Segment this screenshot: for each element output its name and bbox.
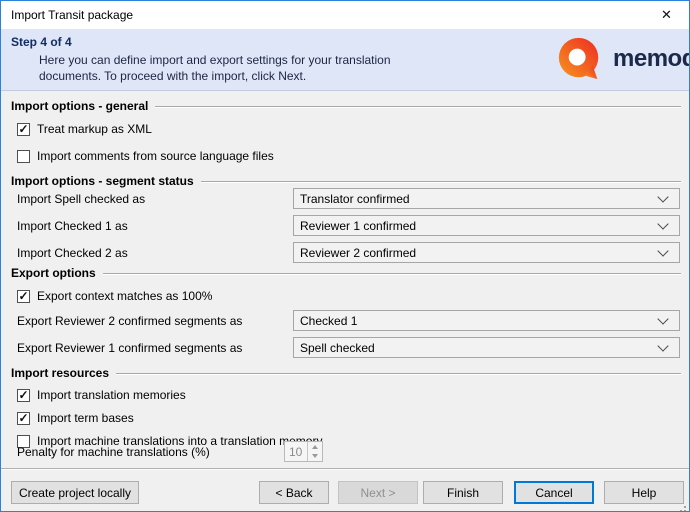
section-title: Import resources	[11, 366, 109, 380]
penalty-spinner: 10	[284, 441, 323, 462]
chevron-down-icon	[657, 245, 668, 256]
checkbox-import-term-bases[interactable]: Import term bases	[17, 410, 134, 426]
chevron-down-icon	[657, 218, 668, 229]
checkbox-label: Treat markup as XML	[37, 122, 152, 136]
label-import-checked-1-as: Import Checked 1 as	[17, 219, 128, 233]
import-checked-2-as-select[interactable]: Reviewer 2 confirmed	[293, 242, 680, 263]
section-divider	[116, 373, 681, 375]
wizard-step-title: Step 4 of 4	[11, 35, 72, 49]
checkbox-label: Import term bases	[37, 411, 134, 425]
close-icon[interactable]: ✕	[644, 1, 689, 28]
label-export-reviewer-2: Export Reviewer 2 confirmed segments as	[17, 314, 242, 328]
checkbox-icon[interactable]	[17, 123, 30, 136]
section-divider	[103, 273, 681, 275]
section-title: Import options - general	[11, 99, 148, 113]
export-reviewer-1-select[interactable]: Spell checked	[293, 337, 680, 358]
checkbox-label: Import comments from source language fil…	[37, 149, 274, 163]
finish-button[interactable]: Finish	[423, 481, 503, 504]
checkbox-treat-markup-as-xml[interactable]: Treat markup as XML	[17, 121, 152, 137]
penalty-value: 10	[285, 442, 307, 461]
chevron-down-icon	[657, 340, 668, 351]
wizard-description: Here you can define import and export se…	[39, 52, 391, 84]
checkbox-label: Export context matches as 100%	[37, 289, 212, 303]
section-import-options-general: Import options - general	[11, 98, 681, 113]
label-export-reviewer-1: Export Reviewer 1 confirmed segments as	[17, 341, 242, 355]
checkbox-icon[interactable]	[17, 389, 30, 402]
section-divider	[201, 181, 681, 183]
checkbox-icon[interactable]	[17, 150, 30, 163]
footer-divider	[1, 468, 689, 470]
checkbox-icon[interactable]	[17, 290, 30, 303]
resize-grip-icon[interactable]	[684, 506, 686, 508]
label-penalty-machine-translations: Penalty for machine translations (%)	[17, 445, 210, 459]
back-button[interactable]: < Back	[259, 481, 329, 504]
export-reviewer-2-select[interactable]: Checked 1	[293, 310, 680, 331]
window-title: Import Transit package	[11, 8, 133, 22]
spinner-buttons	[307, 442, 322, 461]
checkbox-import-comments[interactable]: Import comments from source language fil…	[17, 148, 274, 164]
section-export-options: Export options	[11, 265, 681, 280]
section-title: Export options	[11, 266, 96, 280]
memoq-logo-text: memoq	[613, 36, 690, 81]
checkbox-import-translation-memories[interactable]: Import translation memories	[17, 387, 186, 403]
spinner-up-icon	[308, 442, 322, 452]
select-value: Reviewer 2 confirmed	[300, 246, 659, 260]
next-button: Next >	[338, 481, 418, 504]
section-import-options-segment-status: Import options - segment status	[11, 173, 681, 188]
section-divider	[155, 106, 681, 108]
select-value: Translator confirmed	[300, 192, 659, 206]
wizard-description-line1: Here you can define import and export se…	[39, 52, 391, 68]
memoq-logo: memoq	[557, 36, 690, 81]
import-spell-checked-as-select[interactable]: Translator confirmed	[293, 188, 680, 209]
label-import-checked-2-as: Import Checked 2 as	[17, 246, 128, 260]
spinner-down-icon	[308, 452, 322, 462]
wizard-header: Step 4 of 4 Here you can define import a…	[1, 29, 689, 91]
memoq-logo-icon	[557, 36, 602, 81]
label-import-spell-checked-as: Import Spell checked as	[17, 192, 145, 206]
checkbox-label: Import translation memories	[37, 388, 186, 402]
import-checked-1-as-select[interactable]: Reviewer 1 confirmed	[293, 215, 680, 236]
select-value: Reviewer 1 confirmed	[300, 219, 659, 233]
wizard-description-line2: documents. To proceed with the import, c…	[39, 68, 391, 84]
section-import-resources: Import resources	[11, 365, 681, 380]
chevron-down-icon	[657, 191, 668, 202]
select-value: Checked 1	[300, 314, 659, 328]
section-title: Import options - segment status	[11, 174, 194, 188]
chevron-down-icon	[657, 313, 668, 324]
select-value: Spell checked	[300, 341, 659, 355]
create-project-locally-button[interactable]: Create project locally	[11, 481, 139, 504]
title-bar: Import Transit package ✕	[1, 1, 689, 29]
import-transit-package-dialog: Import Transit package ✕ Step 4 of 4 Her…	[0, 0, 690, 512]
help-button[interactable]: Help	[604, 481, 684, 504]
checkbox-export-context-matches[interactable]: Export context matches as 100%	[17, 288, 212, 304]
checkbox-icon[interactable]	[17, 412, 30, 425]
cancel-button[interactable]: Cancel	[514, 481, 594, 504]
